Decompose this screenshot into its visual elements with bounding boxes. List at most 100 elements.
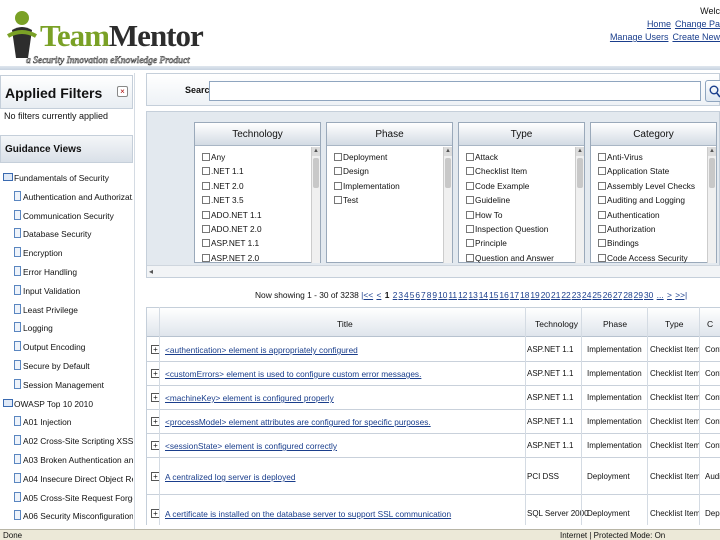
page-link[interactable]: 17 — [510, 290, 519, 300]
scroll-thumb[interactable] — [445, 158, 451, 188]
filter-option[interactable]: Design — [334, 164, 444, 178]
create-new-link[interactable]: Create New — [672, 32, 720, 42]
home-link[interactable]: Home — [647, 19, 671, 29]
filter-option[interactable]: How To — [466, 208, 576, 222]
checkbox[interactable] — [202, 253, 210, 262]
checkbox[interactable] — [598, 196, 606, 205]
close-icon[interactable]: × — [117, 86, 128, 97]
checkbox[interactable] — [598, 181, 606, 190]
page-link[interactable]: 20 — [541, 290, 550, 300]
filter-option[interactable]: Authentication — [598, 208, 708, 222]
page-link[interactable]: 28 — [623, 290, 632, 300]
scroll-up-icon[interactable]: ▲ — [444, 147, 452, 156]
tree-folder-item[interactable]: Fundamentals of Security — [0, 169, 133, 188]
header-type[interactable]: Type — [665, 319, 683, 329]
page-link[interactable]: 25 — [592, 290, 601, 300]
tree-leaf-item[interactable]: A06 Security Misconfiguration — [0, 507, 133, 526]
page-link[interactable]: 23 — [572, 290, 581, 300]
tree-folder-item[interactable]: OWASP Top 10 2010 — [0, 395, 133, 414]
filter-option[interactable]: Any — [202, 150, 312, 164]
row-title-link[interactable]: <machineKey> element is configured prope… — [165, 393, 334, 403]
checkbox[interactable] — [334, 153, 342, 161]
scroll-thumb[interactable] — [709, 158, 715, 188]
tree-leaf-item[interactable]: A04 Insecure Direct Object Ref... — [0, 470, 133, 489]
checkbox[interactable] — [466, 167, 474, 176]
checkbox[interactable] — [202, 153, 210, 161]
header-category[interactable]: C — [707, 319, 713, 329]
scroll-up-icon[interactable]: ▲ — [576, 147, 584, 156]
filter-option[interactable]: Assembly Level Checks — [598, 179, 708, 193]
page-link[interactable]: 13 — [468, 290, 477, 300]
filter-option[interactable]: ASP.NET 2.0 — [202, 251, 312, 263]
tree-leaf-item[interactable]: Input Validation — [0, 282, 133, 301]
tree-leaf-item[interactable]: Database Security — [0, 225, 133, 244]
page-link[interactable]: 2 — [393, 290, 398, 300]
page-link[interactable]: 19 — [530, 290, 539, 300]
filter-option[interactable]: Anti-Virus — [598, 150, 708, 164]
checkbox[interactable] — [202, 224, 210, 233]
tree-leaf-item[interactable]: Error Handling — [0, 263, 133, 282]
checkbox[interactable] — [334, 196, 342, 205]
checkbox[interactable] — [466, 253, 474, 262]
page-link[interactable]: 26 — [603, 290, 612, 300]
tree-leaf-item[interactable]: Logging — [0, 319, 133, 338]
filter-option[interactable]: .NET 2.0 — [202, 179, 312, 193]
page-link[interactable]: 4 — [404, 290, 409, 300]
checkbox[interactable] — [598, 253, 606, 262]
checkbox[interactable] — [202, 239, 210, 248]
tree-leaf-item[interactable]: A05 Cross-Site Request Forger... — [0, 489, 133, 508]
page-link[interactable]: 16 — [499, 290, 508, 300]
filter-option[interactable]: Deployment — [334, 150, 444, 164]
header-technology[interactable]: Technology — [535, 319, 578, 329]
checkbox[interactable] — [598, 239, 606, 248]
tree-leaf-item[interactable]: Session Management — [0, 376, 133, 395]
filter-option[interactable]: Attack — [466, 150, 576, 164]
filter-option[interactable]: Implementation — [334, 179, 444, 193]
checkbox[interactable] — [334, 167, 342, 176]
checkbox[interactable] — [466, 196, 474, 205]
checkbox[interactable] — [598, 210, 606, 219]
page-link[interactable]: 27 — [613, 290, 622, 300]
page-link[interactable]: 22 — [561, 290, 570, 300]
page-link[interactable]: 12 — [458, 290, 467, 300]
checkbox[interactable] — [202, 167, 210, 176]
tree-leaf-item[interactable]: Secure by Default — [0, 357, 133, 376]
page-link[interactable]: 30 — [644, 290, 653, 300]
checkbox[interactable] — [598, 167, 606, 176]
tree-leaf-item[interactable]: A03 Broken Authentication an... — [0, 451, 133, 470]
tree-leaf-item[interactable]: A02 Cross-Site Scripting XSS — [0, 432, 133, 451]
checkbox[interactable] — [598, 153, 606, 161]
header-title[interactable]: Title — [337, 319, 353, 329]
search-input[interactable] — [209, 81, 701, 101]
change-password-link[interactable]: Change Pa — [675, 19, 720, 29]
filter-option[interactable]: Code Access Security — [598, 251, 708, 263]
filter-option[interactable]: Application State — [598, 164, 708, 178]
page-link[interactable]: 21 — [551, 290, 560, 300]
row-title-link[interactable]: <sessionState> element is configured cor… — [165, 441, 337, 451]
filter-option[interactable]: ASP.NET 1.1 — [202, 236, 312, 250]
page-link[interactable]: 11 — [448, 290, 457, 300]
manage-users-link[interactable]: Manage Users — [610, 32, 669, 42]
filter-option[interactable]: .NET 3.5 — [202, 193, 312, 207]
page-link[interactable]: 6 — [415, 290, 420, 300]
scroll-thumb[interactable] — [313, 158, 319, 188]
checkbox[interactable] — [202, 181, 210, 190]
filter-scrollbar[interactable]: ▲ — [443, 147, 452, 263]
filter-option[interactable]: .NET 1.1 — [202, 164, 312, 178]
filter-option[interactable]: Question and Answer — [466, 251, 576, 263]
page-last-link[interactable]: >>| — [675, 290, 687, 300]
tree-leaf-item[interactable]: Authentication and Authorizat... — [0, 188, 133, 207]
checkbox[interactable] — [466, 210, 474, 219]
page-link[interactable]: 10 — [438, 290, 447, 300]
checkbox[interactable] — [466, 153, 474, 161]
filter-option[interactable]: Principle — [466, 236, 576, 250]
page-link[interactable]: 18 — [520, 290, 529, 300]
scroll-left-icon[interactable]: ◂ — [149, 267, 153, 276]
page-link[interactable]: 7 — [421, 290, 426, 300]
filter-option[interactable]: Test — [334, 193, 444, 207]
checkbox[interactable] — [466, 239, 474, 248]
scroll-thumb[interactable] — [577, 158, 583, 188]
tree-leaf-item[interactable]: Encryption — [0, 244, 133, 263]
checkbox[interactable] — [334, 181, 342, 190]
search-button[interactable] — [705, 80, 720, 102]
